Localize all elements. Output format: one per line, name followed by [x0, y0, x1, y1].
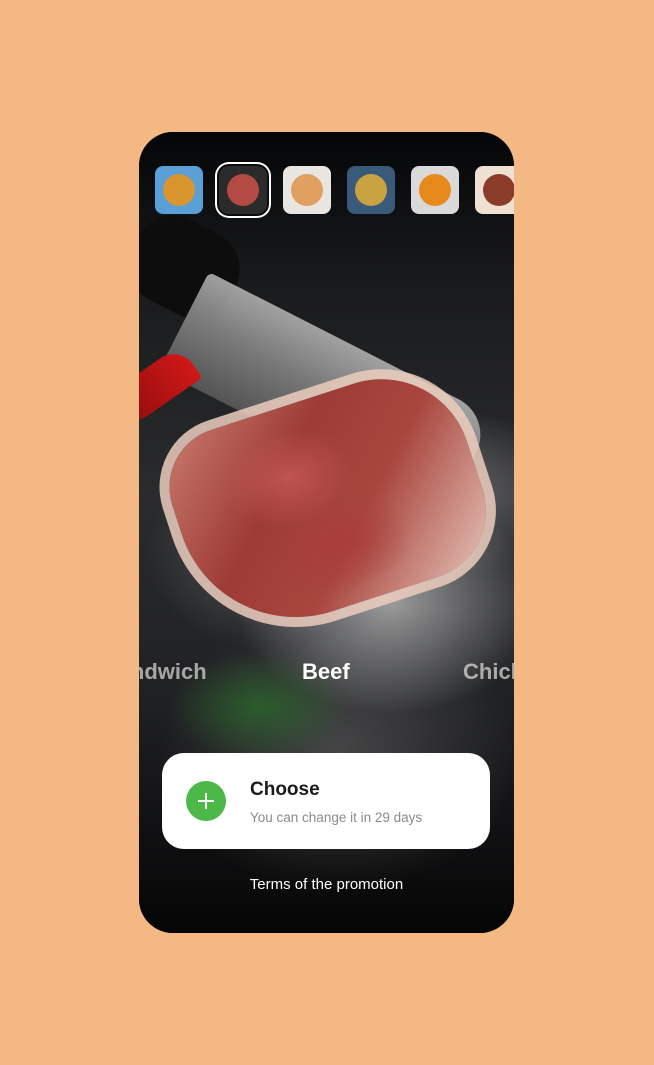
- soup-bowl-thumbnail[interactable]: [283, 166, 331, 214]
- pumpkin-soup-thumbnail-dish-icon: [419, 174, 451, 206]
- soup-bowl-thumbnail-dish-icon: [291, 174, 323, 206]
- food-thumbnail-strip: [155, 166, 514, 214]
- salad-thumbnail[interactable]: [347, 166, 395, 214]
- choose-title: Choose: [250, 779, 320, 800]
- beef-thumbnail-dish-icon: [227, 174, 259, 206]
- terms-link[interactable]: Terms of the promotion: [139, 876, 514, 893]
- food-name-carousel: Sandwich Beef Chicken: [139, 659, 514, 689]
- salad-thumbnail-dish-icon: [355, 174, 387, 206]
- pizza-thumbnail[interactable]: [475, 166, 514, 214]
- beef-thumbnail[interactable]: [219, 166, 267, 214]
- choose-subtitle: You can change it in 29 days: [250, 810, 423, 825]
- carousel-previous-label[interactable]: Sandwich: [139, 659, 207, 685]
- plus-icon[interactable]: [186, 781, 226, 821]
- sandwich-thumbnail-dish-icon: [163, 174, 195, 206]
- carousel-current-label: Beef: [302, 659, 350, 684]
- pizza-thumbnail-dish-icon: [483, 174, 514, 206]
- carousel-next-label[interactable]: Chicken: [463, 659, 514, 685]
- choose-card[interactable]: Choose You can change it in 29 days: [162, 753, 490, 849]
- sandwich-thumbnail[interactable]: [155, 166, 203, 214]
- pumpkin-soup-thumbnail[interactable]: [411, 166, 459, 214]
- phone-screen: Sandwich Beef Chicken Choose You can cha…: [139, 132, 514, 933]
